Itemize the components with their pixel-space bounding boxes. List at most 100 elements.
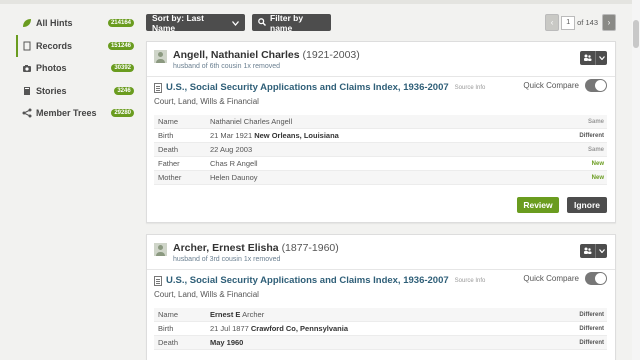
book-icon	[22, 86, 32, 96]
people-icon	[583, 54, 592, 63]
add-to-tree-button[interactable]	[580, 244, 595, 258]
fact-label: Death	[158, 338, 179, 347]
sidebar-item-label: Photos	[36, 63, 67, 74]
fact-value: Nathaniel Charles Angell	[210, 117, 293, 126]
count-badge: 29280	[111, 109, 134, 118]
relationship: husband of 3rd cousin 1x removed	[173, 256, 281, 263]
tree-menu-dropdown[interactable]	[595, 244, 607, 258]
fact-row-birth: Birth 21 Jul 1877 Crawford Co, Pennsylva…	[154, 322, 607, 336]
person-avatar	[154, 243, 167, 256]
chevron-down-icon	[598, 248, 605, 255]
quick-compare-label: Quick Compare	[523, 274, 579, 283]
fact-label: Mother	[158, 173, 182, 182]
record-header: U.S., Social Security Applications and C…	[154, 82, 485, 93]
fact-label: Birth	[158, 131, 174, 140]
filter-label: Filter by name	[270, 12, 304, 33]
fact-label: Name	[158, 310, 179, 319]
hint-card: Angell, Nathaniel Charles (1921-2003) hu…	[146, 41, 616, 223]
quick-compare: Quick Compare	[523, 79, 607, 92]
review-button[interactable]: Review	[517, 197, 559, 213]
sidebar-item-photos[interactable]: Photos 30392	[16, 57, 134, 80]
source-info-link[interactable]: Source Info	[455, 85, 486, 91]
chevron-down-icon	[598, 55, 605, 62]
record-category: Court, Land, Wills & Financial	[154, 97, 259, 106]
divider	[147, 76, 615, 77]
search-icon	[258, 17, 266, 28]
tree-menu-dropdown[interactable]	[595, 51, 607, 65]
fact-value: Helen Daunoy	[210, 173, 258, 182]
fact-row-death: Death 22 Aug 2003 Same	[154, 143, 607, 157]
quick-compare-toggle[interactable]	[585, 79, 607, 92]
fact-row-birth: Birth 21 Mar 1921 New Orleans, Louisiana…	[154, 129, 607, 143]
record-title-link[interactable]: U.S., Social Security Applications and C…	[166, 275, 449, 286]
person-years: (1877-1960)	[281, 242, 339, 254]
add-to-tree-control	[580, 51, 607, 65]
fact-value: May 1960	[210, 338, 244, 347]
page-number-input[interactable]: 1	[561, 15, 576, 30]
sidebar-item-label: Member Trees	[36, 108, 97, 119]
camera-icon	[22, 63, 32, 73]
fact-label: Birth	[158, 324, 174, 333]
fact-row-mother: Mother Helen Daunoy New	[154, 171, 607, 185]
relationship: husband of 6th cousin 1x removed	[173, 63, 281, 70]
sidebar-item-all-hints[interactable]: All Hints 214164	[16, 12, 134, 35]
record-title-link[interactable]: U.S., Social Security Applications and C…	[166, 82, 449, 93]
tree-icon	[22, 108, 32, 118]
fact-label: Name	[158, 117, 179, 126]
hints-toolbar: Sort by: Last Name Filter by name ‹ 1 of…	[146, 12, 616, 33]
facts-table: Name Ernest E Archer Different Birth 21 …	[154, 308, 607, 350]
sidebar-item-records[interactable]: Records 151246	[16, 34, 134, 57]
add-to-tree-button[interactable]	[580, 51, 595, 65]
sort-dropdown[interactable]: Sort by: Last Name	[146, 12, 245, 33]
divider	[147, 269, 615, 270]
person-avatar	[154, 50, 167, 63]
page-total: of 143	[577, 18, 598, 27]
fact-row-name: Name Ernest E Archer Different	[154, 308, 607, 322]
record-header: U.S., Social Security Applications and C…	[154, 275, 485, 286]
fact-status: Same	[587, 146, 604, 153]
source-info-link[interactable]: Source Info	[455, 278, 486, 284]
count-badge: 3246	[114, 86, 134, 95]
top-bar	[0, 0, 640, 4]
fact-row-death: Death May 1960 Different	[154, 336, 607, 350]
sidebar-item-label: Stories	[36, 85, 67, 96]
next-page-button[interactable]: ›	[602, 14, 616, 31]
person-name[interactable]: Angell, Nathaniel Charles (1921-2003)	[173, 49, 360, 61]
fact-value: Ernest E Archer	[210, 310, 265, 319]
hint-card: Archer, Ernest Elisha (1877-1960) husban…	[146, 234, 616, 360]
sort-label: Sort by: Last Name	[152, 12, 204, 33]
fact-value: Chas R Angell	[210, 159, 258, 168]
person-name[interactable]: Archer, Ernest Elisha (1877-1960)	[173, 242, 339, 254]
sidebar-item-label: All Hints	[36, 18, 73, 29]
facts-table: Name Nathaniel Charles Angell Same Birth…	[154, 115, 607, 185]
person-name-text: Angell, Nathaniel Charles	[173, 49, 300, 61]
fact-status: New	[591, 174, 604, 181]
fact-value: 21 Mar 1921 New Orleans, Louisiana	[210, 131, 339, 140]
scrollbar[interactable]	[632, 0, 640, 360]
ignore-button[interactable]: Ignore	[567, 197, 607, 213]
fact-status: Different	[579, 311, 604, 318]
chevron-right-icon: ›	[607, 18, 611, 27]
count-badge: 30392	[111, 64, 134, 73]
quick-compare: Quick Compare	[523, 272, 607, 285]
scrollbar-thumb[interactable]	[633, 20, 639, 48]
fact-row-name: Name Nathaniel Charles Angell Same	[154, 115, 607, 129]
fact-status: Different	[579, 339, 604, 346]
fact-value: 21 Jul 1877 Crawford Co, Pennsylvania	[210, 324, 348, 333]
quick-compare-toggle[interactable]	[585, 272, 607, 285]
filter-by-name-button[interactable]: Filter by name	[252, 12, 331, 33]
fact-label: Father	[158, 159, 180, 168]
pagination: ‹ 1 of 143 ›	[545, 14, 616, 31]
document-icon	[22, 41, 32, 51]
hint-categories-sidebar: All Hints 214164 Records 151246 Photos 3…	[16, 12, 134, 125]
chevron-left-icon: ‹	[550, 18, 554, 27]
previous-page-button[interactable]: ‹	[545, 14, 560, 31]
sidebar-item-stories[interactable]: Stories 3246	[16, 80, 134, 103]
document-icon	[154, 275, 162, 286]
leaf-icon	[22, 18, 32, 28]
fact-row-father: Father Chas R Angell New	[154, 157, 607, 171]
fact-status: Different	[579, 325, 604, 332]
sidebar-item-member-trees[interactable]: Member Trees 29280	[16, 102, 134, 125]
sidebar-item-label: Records	[36, 40, 73, 51]
record-category: Court, Land, Wills & Financial	[154, 290, 259, 299]
